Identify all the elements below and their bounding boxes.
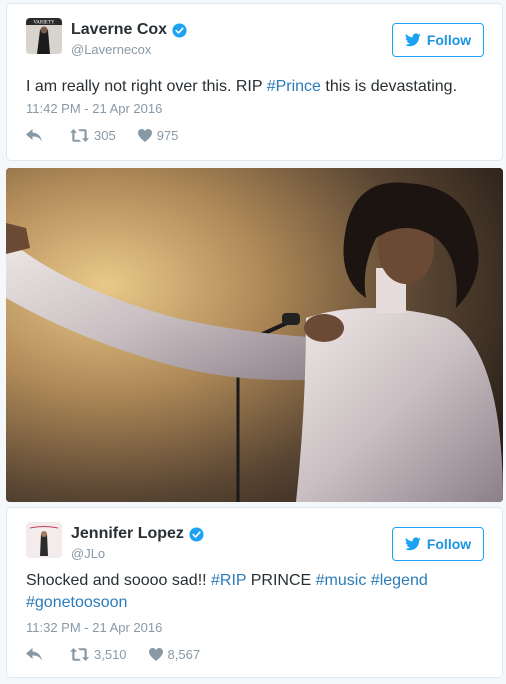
- tweet-actions: 305 975: [26, 128, 178, 143]
- avatar[interactable]: [26, 522, 62, 558]
- tweet-text: I am really not right over this. RIP #Pr…: [26, 76, 486, 98]
- retweet-icon: [70, 648, 89, 661]
- hashtag-link[interactable]: #music: [316, 572, 367, 589]
- reply-button[interactable]: [26, 129, 42, 142]
- display-name[interactable]: Laverne Cox: [71, 21, 167, 39]
- verified-badge-icon: [189, 526, 204, 542]
- prince-concert-photo: [6, 168, 503, 502]
- tweet-text-after: this is devastating.: [320, 78, 458, 95]
- photo-illustration: [6, 168, 503, 502]
- heart-icon: [148, 648, 163, 661]
- tweet-card-jlo: Jennifer Lopez @JLo Follow Shocked and s…: [6, 507, 503, 678]
- like-button[interactable]: 8,567: [148, 647, 201, 662]
- hashtag-link[interactable]: #RIP: [211, 572, 246, 589]
- heart-icon: [137, 129, 152, 142]
- follow-label: Follow: [426, 32, 472, 48]
- retweet-icon: [70, 129, 89, 142]
- like-button[interactable]: 975: [137, 128, 179, 143]
- tweet-text-mid: PRINCE: [246, 572, 316, 589]
- like-count: 8,567: [167, 647, 201, 662]
- hashtag-link[interactable]: #gonetoosoon: [26, 594, 127, 611]
- svg-text:VARIETY: VARIETY: [33, 21, 55, 26]
- tweet-card-laverne: VARIETY Laverne Cox @Lavernecox Follow I…: [6, 3, 503, 161]
- retweet-button[interactable]: 305: [70, 128, 116, 143]
- follow-label: Follow: [426, 536, 472, 552]
- follow-button[interactable]: Follow: [392, 23, 484, 57]
- retweet-count: 305: [94, 128, 116, 143]
- like-count: 975: [156, 128, 179, 143]
- name-row: Jennifer Lopez: [71, 525, 204, 543]
- twitter-bird-icon: [404, 537, 421, 551]
- name-row: Laverne Cox: [71, 21, 187, 39]
- tweet-actions: 3,510 8,567: [26, 647, 200, 662]
- tweet-text-plain: Shocked and soooo sad!!: [26, 572, 212, 589]
- hashtag-link[interactable]: #Prince: [267, 78, 321, 95]
- verified-badge-icon: [172, 22, 187, 38]
- reply-icon: [26, 648, 42, 661]
- twitter-bird-icon: [404, 33, 421, 47]
- handle[interactable]: @Lavernecox: [71, 42, 151, 57]
- avatar[interactable]: VARIETY: [26, 18, 62, 54]
- display-name[interactable]: Jennifer Lopez: [71, 525, 184, 543]
- reply-button[interactable]: [26, 648, 42, 661]
- retweet-count: 3,510: [94, 647, 127, 662]
- timestamp[interactable]: 11:32 PM - 21 Apr 2016: [26, 620, 162, 635]
- follow-button[interactable]: Follow: [392, 527, 484, 561]
- timestamp[interactable]: 11:42 PM - 21 Apr 2016: [26, 101, 162, 116]
- reply-icon: [26, 129, 42, 142]
- hashtag-link[interactable]: #legend: [371, 572, 428, 589]
- tweet-text: Shocked and soooo sad!! #RIP PRINCE #mus…: [26, 570, 486, 614]
- tweet-text-plain: I am really not right over this. RIP: [26, 78, 267, 95]
- handle[interactable]: @JLo: [71, 546, 105, 561]
- retweet-button[interactable]: 3,510: [70, 647, 127, 662]
